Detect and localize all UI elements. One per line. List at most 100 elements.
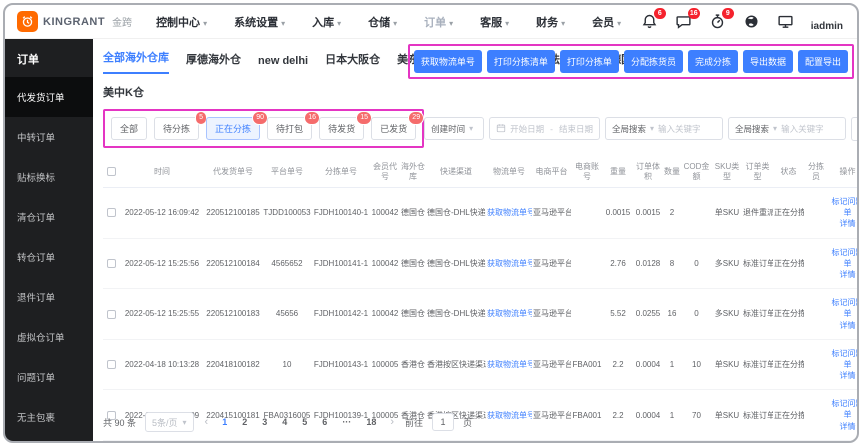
cell-sku-type: 多SKU [712, 238, 742, 289]
details-link[interactable]: 详情 [840, 321, 856, 330]
export-data-button[interactable]: 导出数据 [743, 50, 793, 73]
chevron-right-icon[interactable]: › [388, 416, 396, 428]
page-size-select[interactable]: 5条/页▾ [145, 412, 194, 432]
select-checkbox[interactable] [107, 259, 116, 268]
details-link[interactable]: 详情 [840, 270, 856, 279]
filter-shipped[interactable]: 已发货29 [371, 117, 416, 140]
search-button[interactable]: 搜索 [851, 117, 857, 141]
global-search-combo-2: 全局搜索▾ [728, 117, 846, 140]
search-controls: 创建时间▾ 开始日期 - 结束日期 全局搜索▾ [424, 117, 857, 141]
page-number-5[interactable]: 5 [299, 417, 310, 427]
nav-menu-control-center[interactable]: 控制中心▾ [156, 14, 207, 30]
mark-problem-link[interactable]: 标记问题单 [832, 248, 858, 268]
sidebar-item-unclaimed-packages[interactable]: 无主包裹 [5, 397, 93, 437]
get-tracking-link[interactable]: 获取物流单号 [487, 309, 532, 318]
filter-sorting[interactable]: 正在分拣90 [206, 117, 260, 140]
mark-problem-link[interactable]: 标记问题单 [832, 298, 858, 318]
details-link[interactable]: 详情 [840, 371, 856, 380]
sidebar-item-transit-orders[interactable]: 中转订单 [5, 117, 93, 157]
filter-pending-sort[interactable]: 待分拣5 [154, 117, 199, 140]
sidebar-item-relabel[interactable]: 贴标换标 [5, 157, 93, 197]
username-label[interactable]: iadmin [811, 21, 843, 32]
nav-menu-warehouse[interactable]: 仓储▾ [368, 14, 397, 30]
configure-export-button[interactable]: 配置导出 [798, 50, 848, 73]
filter-pending-ship[interactable]: 待发货15 [319, 117, 364, 140]
cell-order-type: 标准订单 [742, 390, 773, 441]
nav-menu-members[interactable]: 会员▾ [592, 14, 621, 30]
sidebar-item-dropship-orders[interactable]: 代发货订单 [5, 77, 93, 117]
select-checkbox[interactable] [107, 208, 116, 217]
stopwatch-icon[interactable]: 9 [709, 13, 726, 30]
globe-icon[interactable] [743, 13, 760, 30]
get-tracking-link[interactable]: 获取物流单号 [487, 208, 532, 217]
page-number-3[interactable]: 3 [259, 417, 270, 427]
tab-all-overseas-warehouses[interactable]: 全部海外仓库 [103, 49, 169, 74]
brand-name-cn: 金跨 [112, 14, 132, 29]
nav-menu-customer-service[interactable]: 客服▾ [480, 14, 509, 30]
sidebar-item-transfer-orders[interactable]: 转仓订单 [5, 237, 93, 277]
nav-right-tools: 6 16 9 iadmin [641, 11, 843, 32]
tab-new-delhi[interactable]: new delhi [258, 55, 308, 74]
cell-sort-no: FJDH100143-1 [312, 339, 370, 390]
cell-time: 2022-05-12 16:09:42 [120, 188, 204, 239]
global-search-field-select-2[interactable]: 全局搜索▾ [735, 123, 781, 135]
tab-osaka-warehouse[interactable]: 日本大阪仓 [325, 51, 380, 74]
get-tracking-link[interactable]: 获取物流单号 [487, 411, 532, 420]
chevron-down-icon: ▾ [337, 19, 341, 28]
get-tracking-link[interactable]: 获取物流单号 [487, 259, 532, 268]
tab-us-central-k-warehouse[interactable]: 美中K仓 [103, 87, 144, 99]
filter-pending-pack[interactable]: 待打包16 [267, 117, 312, 140]
global-search-field-select-1[interactable]: 全局搜索▾ [612, 123, 658, 135]
get-tracking-link[interactable]: 获取物流单号 [487, 360, 532, 369]
date-start-placeholder: 开始日期 [510, 123, 544, 135]
cell-sku-type: 单SKU [712, 339, 742, 390]
cell-weight: 2.76 [603, 238, 633, 289]
sidebar-item-clearance-orders[interactable]: 清仓订单 [5, 197, 93, 237]
mark-problem-link[interactable]: 标记问题单 [832, 399, 858, 419]
cell-delivery-no: 220512100185 [204, 188, 262, 239]
tab-houde-warehouse[interactable]: 厚德海外仓 [186, 51, 241, 74]
cell-channel: 德国仓-DHL快递 [426, 289, 486, 340]
mark-problem-link[interactable]: 标记问题单 [832, 197, 858, 217]
nav-menu-orders[interactable]: 订单▾ [424, 14, 453, 30]
sidebar-item-return-orders[interactable]: 退件订单 [5, 277, 93, 317]
filter-all[interactable]: 全部 [111, 117, 147, 140]
get-tracking-number-button[interactable]: 获取物流单号 [414, 50, 482, 73]
sidebar-item-problem-orders[interactable]: 问题订单 [5, 357, 93, 397]
select-checkbox[interactable] [107, 310, 116, 319]
nav-menu-inbound[interactable]: 入库▾ [312, 14, 341, 30]
page-number-6[interactable]: 6 [319, 417, 330, 427]
print-sorting-sheet-button[interactable]: 打印分拣单 [560, 50, 619, 73]
sidebar-item-virtual-warehouse-orders[interactable]: 虚拟仓订单 [5, 317, 93, 357]
bell-icon[interactable]: 6 [641, 13, 658, 30]
time-field-select[interactable]: 创建时间▾ [424, 117, 484, 140]
keyword-input-1[interactable] [658, 124, 716, 134]
monitor-icon[interactable] [777, 13, 794, 30]
cell-cod: 0 [681, 238, 712, 289]
details-link[interactable]: 详情 [840, 422, 856, 431]
date-range-picker[interactable]: 开始日期 - 结束日期 [489, 117, 600, 140]
page-ellipsis[interactable]: ··· [339, 417, 354, 427]
goto-page-input[interactable] [432, 413, 454, 431]
goto-label: 前往 [405, 416, 423, 429]
cell-order-type: 标准订单 [742, 238, 773, 289]
nav-menu-finance[interactable]: 财务▾ [536, 14, 565, 30]
select-checkbox[interactable] [107, 360, 116, 369]
keyword-input-2[interactable] [781, 124, 839, 134]
details-link[interactable]: 详情 [840, 219, 856, 228]
page-number-1[interactable]: 1 [219, 417, 230, 427]
select-all-checkbox[interactable] [107, 167, 116, 176]
print-sorting-list-button[interactable]: 打印分拣清单 [487, 50, 555, 73]
page-number-2[interactable]: 2 [239, 417, 250, 427]
complete-sorting-button[interactable]: 完成分拣 [688, 50, 738, 73]
brand-logo[interactable]: KINGRANT 金跨 [17, 11, 132, 32]
mark-problem-link[interactable]: 标记问题单 [832, 349, 858, 369]
assign-picker-button[interactable]: 分配拣货员 [624, 50, 683, 73]
nav-menu-system-settings[interactable]: 系统设置▾ [234, 14, 285, 30]
chevron-left-icon[interactable]: ‹ [203, 416, 211, 428]
page-number-18[interactable]: 18 [363, 417, 379, 427]
header-sort-no: 分拣单号 [312, 157, 370, 188]
chat-icon[interactable]: 16 [675, 13, 692, 30]
top-navbar: KINGRANT 金跨 控制中心▾ 系统设置▾ 入库▾ 仓储▾ 订单▾ 客服▾ … [5, 5, 857, 39]
page-number-4[interactable]: 4 [279, 417, 290, 427]
